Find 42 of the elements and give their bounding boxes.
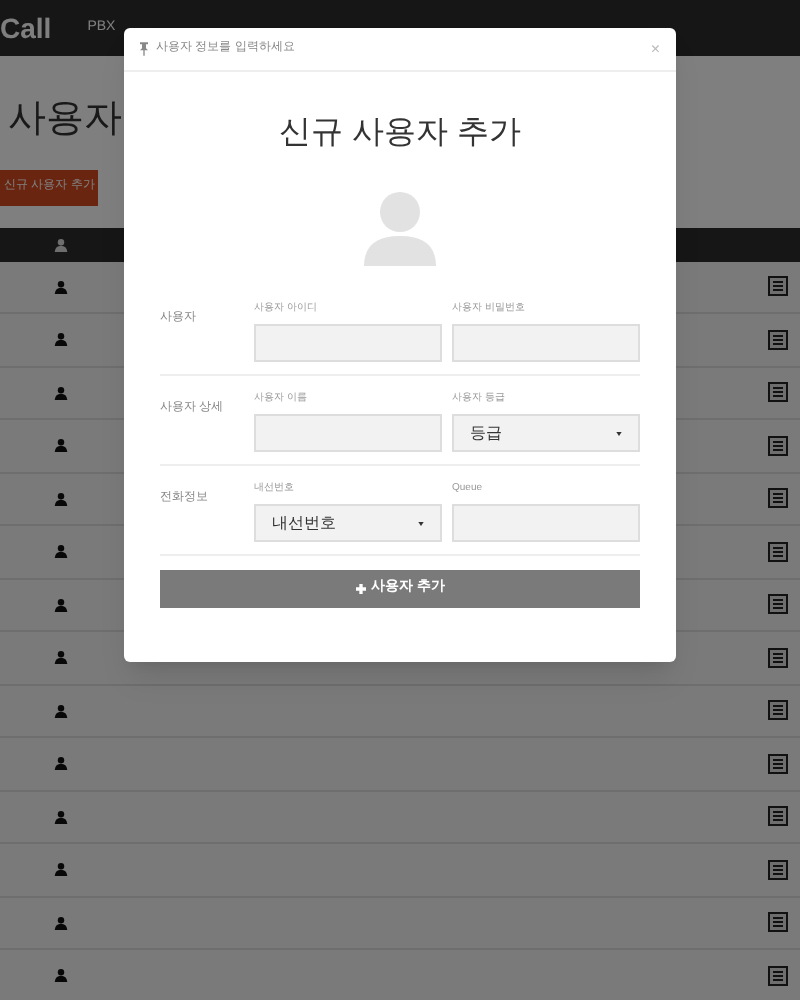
person-icon (54, 237, 68, 251)
list-icon[interactable] (768, 382, 788, 403)
person-icon (54, 809, 68, 824)
list-icon[interactable] (768, 965, 788, 986)
list-icon[interactable] (768, 488, 788, 509)
select-dropdown[interactable]: 등급 (452, 414, 640, 452)
input-field[interactable] (452, 504, 640, 542)
modal-title: 신규 사용자 추가 (277, 114, 523, 154)
person-icon (54, 279, 68, 294)
person-icon (54, 756, 68, 771)
input-field[interactable] (254, 414, 442, 452)
list-icon[interactable] (768, 276, 788, 297)
person-icon (54, 915, 68, 930)
page-title: 사용자 (8, 96, 122, 144)
person-icon (54, 862, 68, 877)
person-icon (54, 968, 68, 983)
person-icon (54, 332, 68, 347)
list-icon[interactable] (768, 859, 788, 880)
list-icon[interactable] (768, 700, 788, 721)
person-icon (54, 385, 68, 400)
list-icon[interactable] (768, 541, 788, 562)
list-icon[interactable] (768, 806, 788, 827)
plus-icon (355, 584, 366, 594)
brand-logo: Call (0, 9, 52, 47)
input-field[interactable] (452, 324, 640, 362)
person-icon (54, 597, 68, 612)
list-icon[interactable] (768, 435, 788, 456)
input-field[interactable] (254, 324, 442, 362)
list-icon[interactable] (768, 912, 788, 933)
person-icon (54, 491, 68, 506)
list-icon[interactable] (768, 753, 788, 774)
select-dropdown[interactable]: 내선번호 (254, 504, 442, 542)
person-icon (54, 703, 68, 718)
list-icon[interactable] (768, 594, 788, 615)
pin-icon (140, 42, 148, 56)
list-icon[interactable] (768, 329, 788, 350)
caret-icon (616, 431, 622, 435)
avatar-icon (364, 190, 436, 266)
person-icon (54, 544, 68, 559)
person-icon (54, 438, 68, 453)
person-icon (54, 650, 68, 665)
list-icon[interactable] (768, 647, 788, 668)
